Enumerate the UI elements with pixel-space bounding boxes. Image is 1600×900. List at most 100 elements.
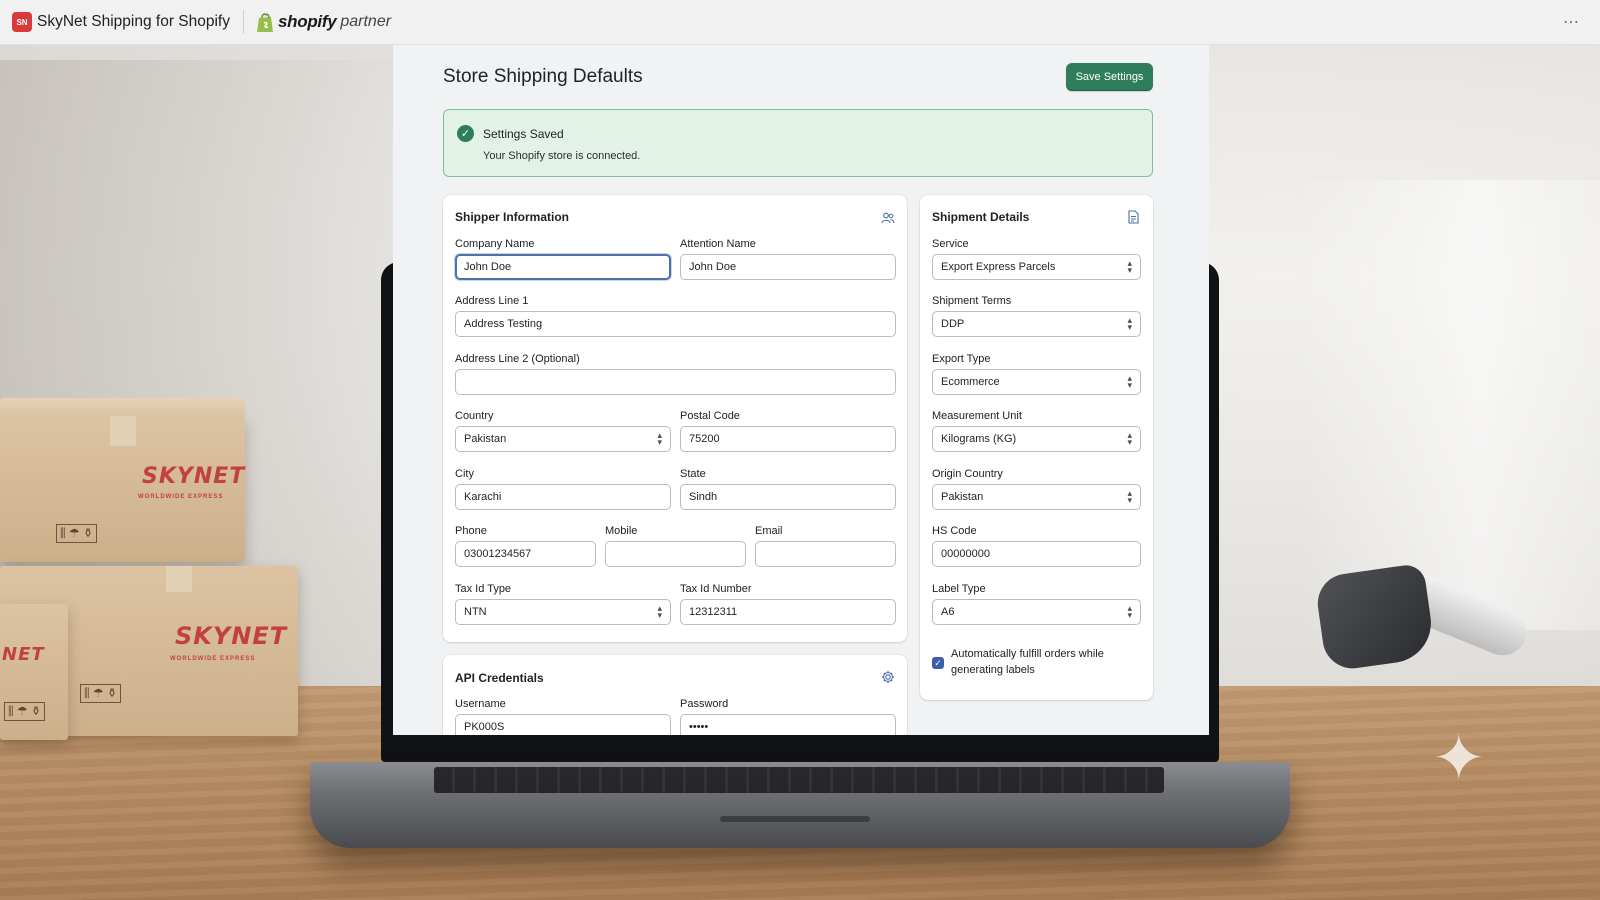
username-label: Username: [455, 698, 506, 710]
select-chevron-icon: ▴ ▾: [1127, 488, 1132, 505]
box-handling-icons: ⫼ ☂ ⚱: [4, 702, 46, 721]
state-label: State: [680, 468, 706, 480]
box-subtitle: WORLDWIDE EXPRESS: [170, 656, 256, 662]
box-tape: [165, 566, 192, 592]
laptop-keyboard: [434, 767, 1164, 793]
box-handling-icons: ⫼ ☂ ⚱: [56, 524, 98, 543]
service-select-value: Export Express Parcels: [941, 261, 1056, 273]
more-options-icon[interactable]: ⋯: [1563, 12, 1580, 32]
box-subtitle: WORLDWIDE EXPRESS: [138, 494, 224, 500]
save-settings-button[interactable]: Save Settings: [1066, 63, 1153, 91]
country-label: Country: [455, 410, 494, 422]
gear-icon: [882, 671, 894, 683]
shipment-terms-select[interactable]: DDP ▴ ▾: [932, 311, 1141, 337]
laptop-screen: Store Shipping Defaults Save Settings ✓ …: [393, 45, 1209, 735]
select-chevron-icon: ▴ ▾: [657, 603, 662, 620]
username-input[interactable]: PK000S: [455, 714, 671, 735]
company-name-input[interactable]: John Doe: [455, 254, 671, 280]
tax-id-number-input[interactable]: 12312311: [680, 599, 896, 625]
shipper-information-card: Shipper Information Company Name John Do…: [443, 195, 907, 642]
scanner-head: [1313, 562, 1437, 673]
postal-code-label: Postal Code: [680, 410, 740, 422]
select-chevron-icon: ▴ ▾: [1127, 603, 1132, 620]
card-title: Shipment Details: [932, 210, 1030, 224]
box-lid: [0, 398, 245, 416]
shipping-box-top: SKYNET WORLDWIDE EXPRESS ⫼ ☂ ⚱: [0, 398, 246, 562]
barcode-scanner: [1313, 560, 1534, 710]
box-logo: NET: [2, 644, 45, 665]
password-input[interactable]: •••••: [680, 714, 896, 735]
state-input[interactable]: Sindh: [680, 484, 896, 510]
auto-fulfill-checkbox[interactable]: ✓: [932, 657, 944, 669]
label-type-select[interactable]: A6 ▴ ▾: [932, 599, 1141, 625]
address-line-2-label: Address Line 2 (Optional): [455, 353, 580, 365]
phone-label: Phone: [455, 525, 487, 537]
address-line-2-input[interactable]: [455, 369, 896, 395]
app-name: SkyNet Shipping for Shopify: [37, 13, 230, 30]
select-chevron-icon: ▴ ▾: [1127, 430, 1132, 447]
api-credentials-card: API Credentials Username PK000S Password…: [443, 655, 907, 735]
mobile-label: Mobile: [605, 525, 638, 537]
tax-id-type-select[interactable]: NTN ▴ ▾: [455, 599, 671, 625]
auto-fulfill-label: Automatically fulfill orders while gener…: [951, 648, 1104, 676]
select-chevron-icon: ▴ ▾: [1127, 373, 1132, 390]
banner-text: Your Shopify store is connected.: [483, 150, 641, 162]
users-icon: [881, 212, 895, 224]
select-chevron-icon: ▴ ▾: [657, 430, 662, 447]
shipping-box-front: NET ⫼ ☂ ⚱: [0, 604, 68, 740]
shipment-terms-value: DDP: [941, 318, 965, 330]
country-select-value: Pakistan: [464, 433, 507, 445]
success-banner: ✓ Settings Saved Your Shopify store is c…: [443, 109, 1153, 177]
city-label: City: [455, 468, 474, 480]
country-select[interactable]: Pakistan ▴ ▾: [455, 426, 671, 452]
sparkle-icon: ✦: [1432, 722, 1486, 794]
measurement-unit-label: Measurement Unit: [932, 410, 1022, 422]
label-type-value: A6: [941, 606, 955, 618]
skynet-app-icon: SN: [12, 12, 32, 32]
banner-title: Settings Saved: [483, 127, 564, 141]
attention-name-input[interactable]: John Doe: [680, 254, 896, 280]
card-title: Shipper Information: [455, 210, 569, 224]
city-input[interactable]: Karachi: [455, 484, 671, 510]
export-type-value: Ecommerce: [941, 376, 1000, 388]
card-title: API Credentials: [455, 671, 544, 685]
shipment-details-card: Shipment Details Service Export Express …: [920, 195, 1153, 700]
select-chevron-icon: ▴ ▾: [1127, 258, 1132, 275]
document-icon: [1128, 210, 1139, 224]
address-line-1-input[interactable]: Address Testing: [455, 311, 896, 337]
email-label: Email: [755, 525, 783, 537]
shopify-wordmark: shopify: [278, 12, 337, 31]
address-line-1-label: Address Line 1: [455, 295, 529, 307]
phone-input[interactable]: 03001234567: [455, 541, 596, 567]
box-logo: SKYNET: [175, 622, 288, 650]
page-title: Store Shipping Defaults: [443, 66, 643, 87]
measurement-unit-value: Kilograms (KG): [941, 433, 1017, 445]
tax-id-type-label: Tax Id Type: [455, 583, 512, 595]
mobile-input[interactable]: [605, 541, 746, 567]
check-circle-icon: ✓: [457, 125, 474, 142]
postal-code-input[interactable]: 75200: [680, 426, 896, 452]
measurement-unit-select[interactable]: Kilograms (KG) ▴ ▾: [932, 426, 1141, 452]
laptop-notch: [720, 816, 870, 822]
company-name-label: Company Name: [455, 238, 535, 250]
box-handling-icons: ⫼ ☂ ⚱: [80, 684, 122, 703]
hs-code-label: HS Code: [932, 525, 977, 537]
shipment-terms-label: Shipment Terms: [932, 295, 1012, 307]
export-type-select[interactable]: Ecommerce ▴ ▾: [932, 369, 1141, 395]
hs-code-input[interactable]: 00000000: [932, 541, 1141, 567]
app-top-bar: SN SkyNet Shipping for Shopify shopify p…: [0, 0, 1600, 45]
email-input[interactable]: [755, 541, 896, 567]
origin-country-select[interactable]: Pakistan ▴ ▾: [932, 484, 1141, 510]
tax-id-type-value: NTN: [464, 606, 487, 618]
export-type-label: Export Type: [932, 353, 991, 365]
select-chevron-icon: ▴ ▾: [1127, 315, 1132, 332]
service-select[interactable]: Export Express Parcels ▴ ▾: [932, 254, 1141, 280]
label-type-label: Label Type: [932, 583, 986, 595]
shopify-bag-icon: [257, 12, 273, 32]
origin-country-value: Pakistan: [941, 491, 984, 503]
tax-id-number-label: Tax Id Number: [680, 583, 752, 595]
box-logo: SKYNET: [142, 464, 246, 489]
service-label: Service: [932, 238, 969, 250]
appbar-divider: [243, 10, 244, 34]
password-label: Password: [680, 698, 729, 710]
